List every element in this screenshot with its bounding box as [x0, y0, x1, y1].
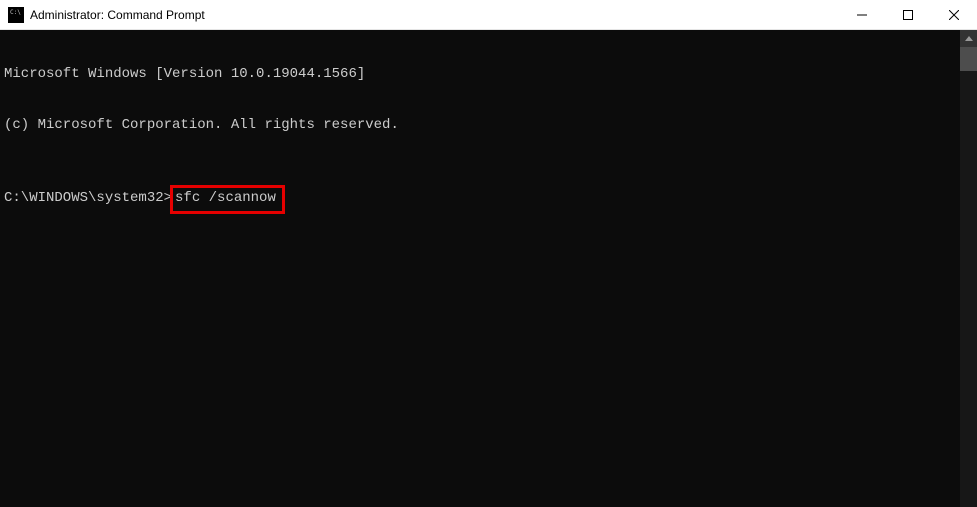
scrollbar-up-button[interactable]: [960, 30, 977, 47]
prompt-line: C:\WINDOWS\system32> sfc /scannow: [4, 185, 956, 214]
scrollbar-thumb[interactable]: [960, 47, 977, 71]
banner-line-2: (c) Microsoft Corporation. All rights re…: [4, 117, 956, 134]
titlebar: Administrator: Command Prompt: [0, 0, 977, 30]
window-controls: [839, 0, 977, 29]
minimize-icon: [857, 10, 867, 20]
command-highlight: sfc /scannow: [170, 185, 285, 214]
minimize-button[interactable]: [839, 0, 885, 29]
close-icon: [949, 10, 959, 20]
titlebar-left: Administrator: Command Prompt: [0, 7, 205, 23]
scrollbar[interactable]: [960, 30, 977, 507]
prompt-prefix: C:\WINDOWS\system32>: [4, 190, 172, 207]
maximize-icon: [903, 10, 913, 20]
close-button[interactable]: [931, 0, 977, 29]
banner-line-1: Microsoft Windows [Version 10.0.19044.15…: [4, 66, 956, 83]
terminal-content[interactable]: Microsoft Windows [Version 10.0.19044.15…: [0, 30, 960, 507]
terminal-container: Microsoft Windows [Version 10.0.19044.15…: [0, 30, 977, 507]
window-title: Administrator: Command Prompt: [30, 8, 205, 22]
cmd-icon: [8, 7, 24, 23]
maximize-button[interactable]: [885, 0, 931, 29]
